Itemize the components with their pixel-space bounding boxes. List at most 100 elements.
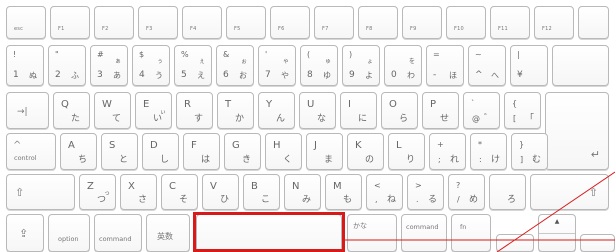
number-key-kana: う	[155, 71, 163, 80]
key-sub: @	[472, 114, 480, 123]
function-key-f10[interactable]: F10	[446, 6, 486, 39]
arrow-right-key[interactable]	[580, 234, 615, 252]
command-right-key[interactable]: command	[401, 214, 447, 252]
kana-key[interactable]: かな	[347, 214, 397, 252]
number-key-9[interactable]: ) 9 よょ	[342, 45, 380, 86]
key-u[interactable]: Uな	[299, 92, 336, 129]
option-key[interactable]: option	[48, 214, 90, 252]
number-key-5[interactable]: % 5 えぇ	[174, 45, 212, 86]
function-key-label: F4	[190, 26, 197, 32]
key-a[interactable]: Aち	[60, 133, 97, 170]
arrow-up-down-key[interactable]: ▲	[538, 214, 576, 252]
function-key-f11[interactable]: F11	[490, 6, 530, 39]
shift-left-key[interactable]: ⇧	[6, 174, 75, 210]
number-key-kana: ゆ	[323, 71, 331, 80]
key-?[interactable]: ? / め	[448, 174, 485, 210]
fn-key[interactable]: fn	[451, 214, 491, 252]
key-l[interactable]: Lり	[388, 133, 425, 170]
key-letter: Q	[61, 99, 69, 110]
number-key-1[interactable]: ! 1 ぬ	[6, 45, 44, 86]
key-b[interactable]: Bこ	[243, 174, 280, 210]
function-key-f5[interactable]: F5	[226, 6, 266, 39]
return-key[interactable]: ↵	[545, 92, 609, 170]
number-key-7[interactable]: ' 7 やゃ	[258, 45, 296, 86]
number-key-12[interactable]: ~ ^ へ	[468, 45, 506, 86]
key-kana: す	[194, 114, 204, 124]
number-key-kana: ふ	[71, 71, 79, 80]
number-key-4[interactable]: $4 うぅ	[132, 45, 170, 86]
key-}[interactable]: }] む	[511, 133, 548, 170]
key-m[interactable]: Mも	[325, 174, 362, 210]
key-v[interactable]: Vひ	[202, 174, 239, 210]
key-+[interactable]: +; れ	[429, 133, 466, 170]
function-key-f2[interactable]: F2	[94, 6, 134, 39]
key-g[interactable]: Gき	[224, 133, 261, 170]
key-letter: +	[437, 140, 444, 149]
key-h[interactable]: Hく	[265, 133, 302, 170]
key-i[interactable]: Iに	[340, 92, 377, 129]
eisu-key[interactable]: 英数	[146, 214, 190, 252]
key-j[interactable]: Jま	[306, 133, 343, 170]
key-kana: り	[406, 155, 416, 165]
command-left-key[interactable]: command	[94, 214, 142, 252]
number-key-3[interactable]: #3 あぁ	[90, 45, 128, 86]
number-key-shift-label: (	[307, 50, 311, 59]
key-letter: V	[210, 181, 217, 192]
key-n[interactable]: Nみ	[284, 174, 321, 210]
number-key-8[interactable]: (8 ゆゅ	[300, 45, 338, 86]
number-key-11[interactable]: = - ほ	[426, 45, 464, 86]
control-key[interactable]: ^ control	[6, 133, 56, 170]
key-underscore[interactable]: ろ	[489, 174, 526, 210]
number-key-6[interactable]: & 6 おぉ	[216, 45, 254, 86]
key-o[interactable]: Oら	[381, 92, 418, 129]
key-x[interactable]: Xさ	[120, 174, 157, 210]
arrow-left-key[interactable]	[496, 234, 534, 252]
key-`[interactable]: ` @ ゛	[463, 92, 500, 129]
key-w[interactable]: Wて	[94, 92, 131, 129]
key-y[interactable]: Yん	[258, 92, 295, 129]
number-key-2[interactable]: " 2 ふ	[48, 45, 86, 86]
key-q[interactable]: Qた	[53, 92, 90, 129]
number-key-small-kana: ぉ	[240, 58, 247, 65]
key-e[interactable]: Eいぃ	[135, 92, 172, 129]
key-*[interactable]: *: け	[470, 133, 507, 170]
key->[interactable]: >. る	[407, 174, 444, 210]
caps-lock-key[interactable]: ⇪	[6, 214, 44, 252]
function-key-f9[interactable]: F9	[402, 6, 442, 39]
key-kana: は	[201, 155, 211, 165]
function-key-f12[interactable]: F12	[534, 6, 574, 39]
number-key-13[interactable]: | ¥	[510, 45, 548, 86]
key-<[interactable]: <, ね	[366, 174, 403, 210]
function-key-f1[interactable]: F1	[50, 6, 90, 39]
number-key-shift-label: $	[139, 50, 145, 59]
key-letter: O	[389, 99, 397, 110]
function-key-esc[interactable]: esc	[6, 6, 46, 39]
key-p[interactable]: Pせ	[422, 92, 459, 129]
space-bar[interactable]	[196, 214, 342, 252]
function-key-f4[interactable]: F4	[182, 6, 222, 39]
number-key-kana: や	[281, 71, 289, 80]
key-r[interactable]: Rす	[176, 92, 213, 129]
key-letter: T	[225, 99, 232, 110]
key-kana: ひ	[220, 195, 230, 205]
key-c[interactable]: Cそ	[161, 174, 198, 210]
key-s[interactable]: Sと	[101, 133, 138, 170]
key-z[interactable]: Zつっ	[79, 174, 116, 210]
function-key-f6[interactable]: F6	[270, 6, 310, 39]
key-d[interactable]: Dし	[142, 133, 179, 170]
function-key-blank[interactable]	[578, 6, 609, 39]
key-kana: 「	[525, 114, 535, 124]
key-t[interactable]: Tか	[217, 92, 254, 129]
function-key-f7[interactable]: F7	[314, 6, 354, 39]
key-f[interactable]: Fは	[183, 133, 220, 170]
number-key-14[interactable]	[552, 45, 609, 86]
number-key-10[interactable]: 0 わを	[384, 45, 422, 86]
number-key-kana: へ	[491, 71, 499, 80]
key-k[interactable]: Kの	[347, 133, 384, 170]
tab-key[interactable]: →|	[6, 92, 49, 129]
key-{[interactable]: {[「	[504, 92, 541, 129]
shift-right-key[interactable]: ⇧	[530, 174, 609, 210]
kana-label: かな	[353, 222, 367, 230]
function-key-f8[interactable]: F8	[358, 6, 398, 39]
function-key-f3[interactable]: F3	[138, 6, 178, 39]
